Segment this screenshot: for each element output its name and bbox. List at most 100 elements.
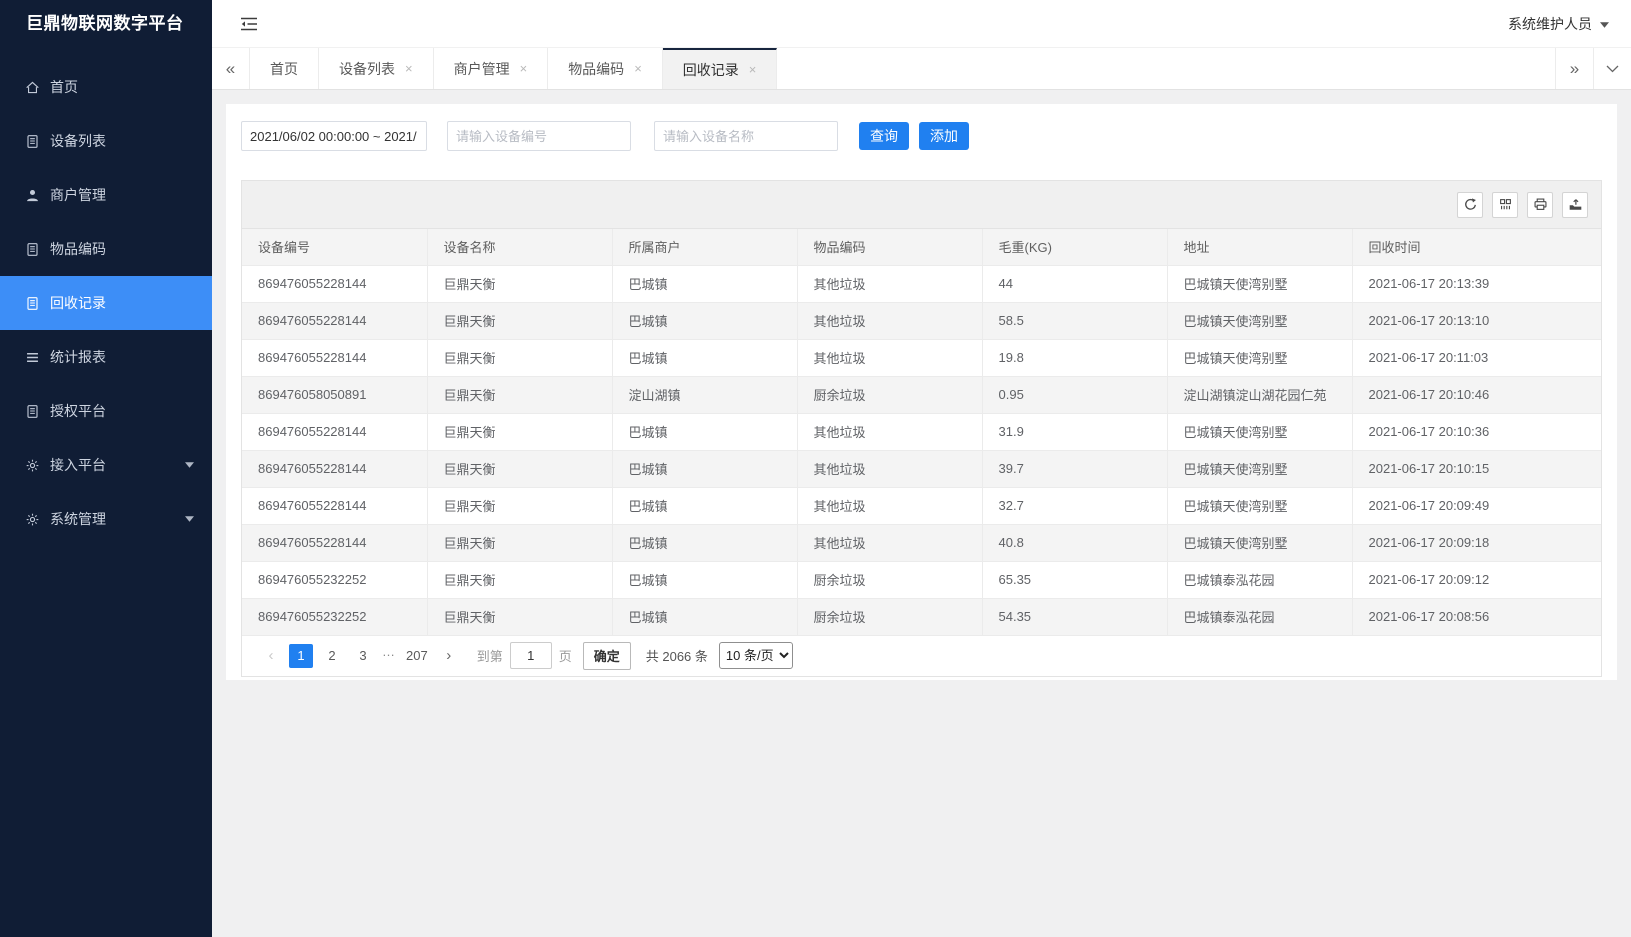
tab-home[interactable]: 首页: [250, 48, 319, 89]
sidebar-item-label: 接入平台: [50, 455, 185, 475]
table-cell: 巴城镇天使湾别墅: [1167, 450, 1352, 487]
columns-button[interactable]: [1492, 192, 1518, 218]
table-row[interactable]: 869476055232252巨鼎天衡巴城镇厨余垃圾54.35巴城镇泰泓花园20…: [242, 598, 1601, 635]
table-cell: 其他垃圾: [797, 339, 982, 376]
table-toolbar: [242, 181, 1601, 229]
table-cell: 巨鼎天衡: [427, 487, 612, 524]
table-row[interactable]: 869476055228144巨鼎天衡巴城镇其他垃圾58.5巴城镇天使湾别墅20…: [242, 302, 1601, 339]
app-title: 巨鼎物联网数字平台: [0, 0, 212, 48]
tab-merchant-mgmt[interactable]: 商户管理 ×: [434, 48, 549, 89]
table-row[interactable]: 869476055228144巨鼎天衡巴城镇其他垃圾31.9巴城镇天使湾别墅20…: [242, 413, 1601, 450]
table-cell: 巴城镇天使湾别墅: [1167, 265, 1352, 302]
sidebar-item-stats-report[interactable]: 统计报表: [0, 330, 212, 384]
table-cell: 厨余垃圾: [797, 376, 982, 413]
export-button[interactable]: [1562, 192, 1588, 218]
sidebar-item-system-mgmt[interactable]: 系统管理: [0, 492, 212, 546]
table-cell: 巴城镇: [612, 302, 797, 339]
table-cell: 40.8: [982, 524, 1167, 561]
table-row[interactable]: 869476055228144巨鼎天衡巴城镇其他垃圾39.7巴城镇天使湾别墅20…: [242, 450, 1601, 487]
sidebar-item-access-platform[interactable]: 接入平台: [0, 438, 212, 492]
table-cell: 2021-06-17 20:08:56: [1352, 598, 1601, 635]
user-name: 系统维护人员: [1508, 14, 1592, 34]
table-row[interactable]: 869476055232252巨鼎天衡巴城镇厨余垃圾65.35巴城镇泰泓花园20…: [242, 561, 1601, 598]
filter-bar: 查询 添加: [241, 121, 1602, 151]
table-row[interactable]: 869476055228144巨鼎天衡巴城镇其他垃圾40.8巴城镇天使湾别墅20…: [242, 524, 1601, 561]
next-page-button[interactable]: ›: [438, 647, 460, 664]
sidebar-item-label: 商户管理: [50, 185, 194, 205]
tab-item-code[interactable]: 物品编码×: [548, 48, 663, 89]
close-icon[interactable]: ×: [634, 61, 642, 76]
table-cell: 31.9: [982, 413, 1167, 450]
doc-icon: [24, 241, 40, 257]
prev-page-button[interactable]: ‹: [260, 647, 282, 664]
tab-bar: « 首页设备列表×商户管理×物品编码×回收记录× »: [212, 48, 1631, 90]
device-id-input[interactable]: [447, 121, 631, 151]
page-number-button[interactable]: 1: [289, 644, 313, 668]
table-cell: 巨鼎天衡: [427, 598, 612, 635]
sidebar-collapse-button[interactable]: [240, 17, 258, 31]
table-row[interactable]: 869476055228144巨鼎天衡巴城镇其他垃圾44巴城镇天使湾别墅2021…: [242, 265, 1601, 302]
table-cell: 2021-06-17 20:13:10: [1352, 302, 1601, 339]
sidebar-item-merchant-mgmt[interactable]: 商户管理: [0, 168, 212, 222]
column-header: 毛重(KG): [982, 229, 1167, 265]
sidebar-item-device-list[interactable]: 设备列表: [0, 114, 212, 168]
table-cell: 44: [982, 265, 1167, 302]
close-icon[interactable]: ×: [520, 61, 528, 76]
table-row[interactable]: 869476055228144巨鼎天衡巴城镇其他垃圾32.7巴城镇天使湾别墅20…: [242, 487, 1601, 524]
tab-list: 首页设备列表×商户管理×物品编码×回收记录×: [250, 48, 777, 89]
user-menu[interactable]: 系统维护人员: [1508, 14, 1609, 34]
tabs-scroll-right-button[interactable]: »: [1555, 48, 1593, 89]
page-number-button[interactable]: 2: [320, 644, 344, 668]
search-button[interactable]: 查询: [859, 122, 909, 150]
table-cell: 巴城镇: [612, 524, 797, 561]
table-cell: 巴城镇: [612, 413, 797, 450]
page-size-select[interactable]: 10 条/页: [719, 642, 793, 669]
device-name-input[interactable]: [654, 121, 838, 151]
sidebar-menu: 首页设备列表商户管理物品编码回收记录统计报表授权平台接入平台系统管理: [0, 60, 212, 546]
date-range-input[interactable]: [241, 121, 427, 151]
add-button[interactable]: 添加: [919, 122, 969, 150]
table-cell: 869476058050891: [242, 376, 427, 413]
table-cell: 869476055232252: [242, 598, 427, 635]
tab-recycle-records[interactable]: 回收记录 ×: [663, 48, 778, 89]
close-icon[interactable]: ×: [405, 61, 413, 76]
column-header: 设备编号: [242, 229, 427, 265]
page-number-button[interactable]: 3: [351, 644, 375, 668]
table-cell: 巴城镇天使湾别墅: [1167, 413, 1352, 450]
tabs-menu-button[interactable]: [1593, 48, 1631, 89]
sidebar-item-home[interactable]: 首页: [0, 60, 212, 114]
topbar: 系统维护人员: [212, 0, 1631, 48]
tab-device-list[interactable]: 设备列表×: [319, 48, 434, 89]
table-cell: 0.95: [982, 376, 1167, 413]
columns-icon: [1498, 197, 1513, 212]
table-cell: 巴城镇泰泓花园: [1167, 561, 1352, 598]
gear-icon: [24, 457, 40, 473]
sidebar-item-label: 回收记录: [50, 293, 194, 313]
table-cell: 巨鼎天衡: [427, 524, 612, 561]
table-row[interactable]: 869476058050891巨鼎天衡淀山湖镇厨余垃圾0.95淀山湖镇淀山湖花园…: [242, 376, 1601, 413]
table-cell: 巨鼎天衡: [427, 339, 612, 376]
tab-label: 商户管理: [454, 59, 510, 79]
column-header: 物品编码: [797, 229, 982, 265]
column-header: 所属商户: [612, 229, 797, 265]
home-icon: [24, 79, 40, 95]
doc-icon: [24, 403, 40, 419]
refresh-button[interactable]: [1457, 192, 1483, 218]
table-row[interactable]: 869476055228144巨鼎天衡巴城镇其他垃圾19.8巴城镇天使湾别墅20…: [242, 339, 1601, 376]
export-icon: [1568, 197, 1583, 212]
sidebar-item-item-code[interactable]: 物品编码: [0, 222, 212, 276]
table-cell: 巴城镇泰泓花园: [1167, 598, 1352, 635]
sidebar-item-recycle-records[interactable]: 回收记录: [0, 276, 212, 330]
doc-icon: [24, 295, 40, 311]
goto-confirm-button[interactable]: 确定: [583, 642, 631, 670]
goto-page-input[interactable]: [510, 642, 552, 669]
caret-down-icon: [1600, 22, 1609, 28]
column-header: 回收时间: [1352, 229, 1601, 265]
close-icon[interactable]: ×: [749, 62, 757, 77]
page-number-button[interactable]: 207: [403, 644, 431, 668]
printer-button[interactable]: [1527, 192, 1553, 218]
tabs-scroll-left-button[interactable]: «: [212, 48, 250, 89]
table-cell: 2021-06-17 20:10:46: [1352, 376, 1601, 413]
tab-label: 回收记录: [683, 60, 739, 80]
sidebar-item-auth-platform[interactable]: 授权平台: [0, 384, 212, 438]
